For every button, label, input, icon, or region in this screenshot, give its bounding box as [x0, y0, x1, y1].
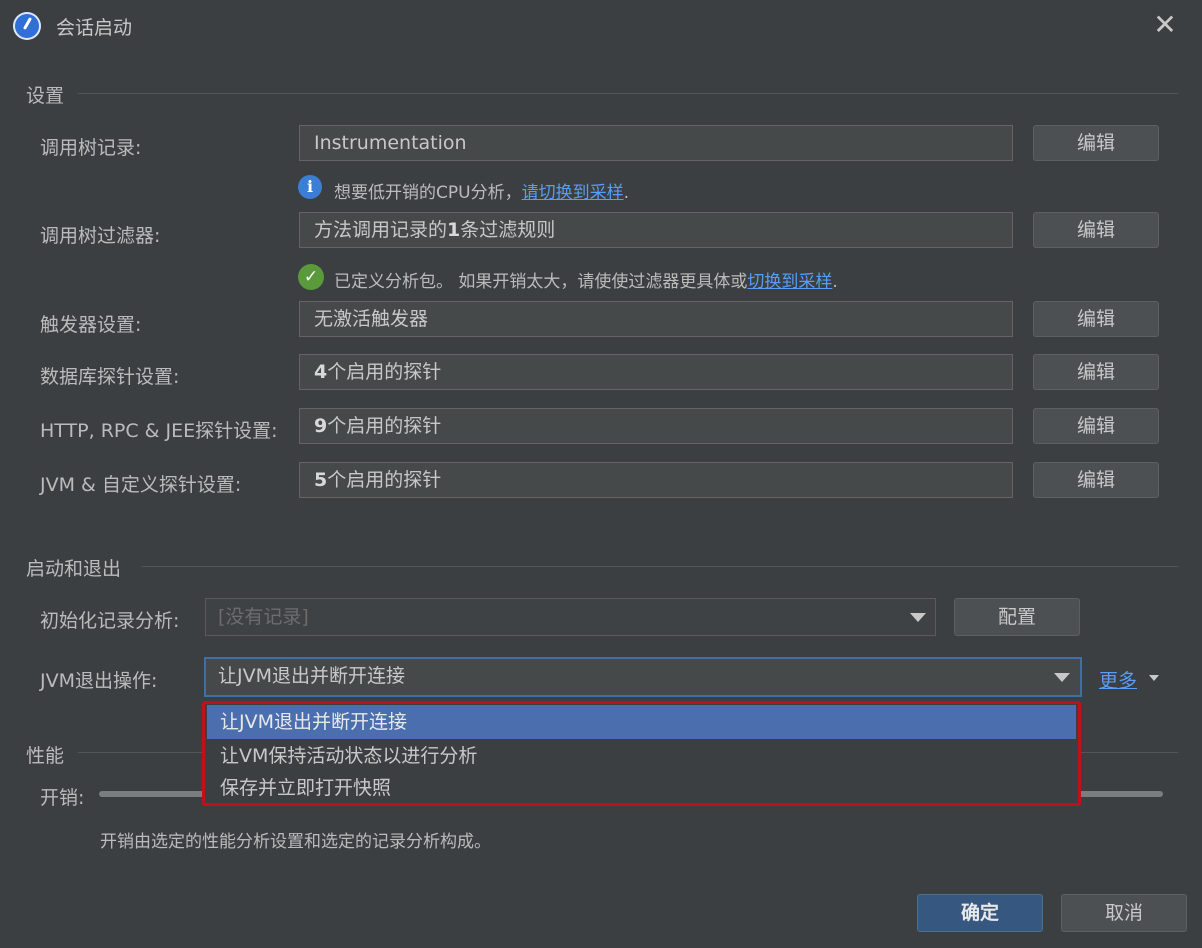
- jvm-probes-label: JVM & 自定义探针设置:: [40, 474, 242, 496]
- filter-hint: 已定义分析包。 如果开销太大，请使使过滤器更具体或切换到采样.: [334, 267, 838, 292]
- more-menu[interactable]: 更多: [1099, 666, 1159, 693]
- database-probes-label: 数据库探针设置:: [40, 366, 180, 388]
- http-probes-field: 9个启用的探针: [299, 408, 1013, 444]
- overhead-label: 开销:: [40, 787, 85, 809]
- filter-hint-end: .: [832, 272, 838, 292]
- initial-recording-value: [没有记录]: [218, 606, 309, 628]
- edit-jvm-probes-button[interactable]: 编辑: [1033, 462, 1159, 498]
- jvm-exit-action-select[interactable]: 让JVM退出并断开连接: [204, 657, 1082, 697]
- call-tree-recording-field: Instrumentation: [299, 125, 1013, 161]
- jvm-exit-options-popup: 让JVM退出并断开连接 让VM保持活动状态以进行分析 保存并立即打开快照: [202, 701, 1081, 806]
- initial-recording-label: 初始化记录分析:: [40, 610, 180, 632]
- http-probes-count: 9: [314, 415, 328, 437]
- overhead-note: 开销由选定的性能分析设置和选定的记录分析构成。: [100, 832, 491, 852]
- option-save-snapshot[interactable]: 保存并立即打开快照: [207, 773, 1076, 803]
- window-title: 会话启动: [56, 17, 133, 39]
- option-keep-vm-alive[interactable]: 让VM保持活动状态以进行分析: [207, 739, 1076, 773]
- section-divider: [78, 93, 1178, 94]
- section-title-settings: 设置: [26, 85, 65, 107]
- filter-value-prefix: 方法调用记录的: [314, 219, 448, 241]
- option-exit-and-disconnect[interactable]: 让JVM退出并断开连接: [207, 705, 1076, 739]
- jvm-exit-action-value: 让JVM退出并断开连接: [218, 665, 405, 687]
- edit-call-tree-filter-button[interactable]: 编辑: [1033, 212, 1159, 248]
- ok-button[interactable]: 确定: [917, 894, 1043, 932]
- configure-button[interactable]: 配置: [954, 598, 1080, 636]
- database-probes-field: 4个启用的探针: [299, 354, 1013, 390]
- call-tree-recording-label: 调用树记录:: [40, 137, 142, 159]
- caret-down-icon: [1149, 675, 1159, 681]
- edit-call-tree-recording-button[interactable]: 编辑: [1033, 125, 1159, 161]
- more-link[interactable]: 更多: [1099, 670, 1137, 692]
- database-probes-suffix: 个启用的探针: [327, 361, 442, 383]
- section-divider: [142, 566, 1178, 567]
- edit-http-probes-button[interactable]: 编辑: [1033, 408, 1159, 444]
- jvm-probes-field: 5个启用的探针: [299, 462, 1013, 498]
- filter-value-suffix: 条过滤规则: [460, 219, 556, 241]
- filter-hint-text: 已定义分析包。 如果开销太大，请使使过滤器更具体或: [334, 272, 748, 292]
- http-probes-suffix: 个启用的探针: [327, 415, 442, 437]
- chevron-down-icon: [1054, 673, 1070, 682]
- initial-recording-select[interactable]: [没有记录]: [205, 598, 936, 636]
- call-tree-filter-field: 方法调用记录的1条过滤规则: [299, 212, 1013, 248]
- filter-count: 1: [447, 219, 461, 241]
- chevron-down-icon: [910, 613, 926, 622]
- jvm-probes-suffix: 个启用的探针: [327, 469, 442, 491]
- http-probes-label: HTTP, RPC & JEE探针设置:: [40, 420, 278, 442]
- switch-to-sampling-link-2[interactable]: 切换到采样: [747, 272, 832, 292]
- edit-database-probes-button[interactable]: 编辑: [1033, 354, 1159, 390]
- check-icon: ✓: [298, 264, 324, 290]
- section-title-performance: 性能: [26, 745, 65, 767]
- jvm-probes-count: 5: [314, 469, 328, 491]
- info-icon: i: [298, 175, 322, 199]
- cancel-button[interactable]: 取消: [1061, 894, 1187, 932]
- section-title-startup: 启动和退出: [26, 558, 122, 580]
- switch-to-sampling-link[interactable]: 请切换到采样: [522, 183, 624, 203]
- close-icon[interactable]: ✕: [1150, 10, 1180, 40]
- call-tree-filter-label: 调用树过滤器:: [40, 225, 161, 247]
- title-bar: 会话启动 ✕: [0, 0, 1202, 52]
- database-probes-count: 4: [314, 361, 328, 383]
- cpu-hint-end: .: [623, 183, 629, 203]
- trigger-settings-value: 无激活触发器: [314, 308, 429, 330]
- cpu-hint-text: 想要低开销的CPU分析，: [334, 183, 522, 203]
- app-logo-icon: [13, 12, 41, 40]
- jvm-exit-label: JVM退出操作:: [40, 670, 158, 692]
- call-tree-recording-value: Instrumentation: [314, 132, 467, 154]
- cpu-hint: 想要低开销的CPU分析，请切换到采样.: [334, 178, 629, 203]
- edit-trigger-settings-button[interactable]: 编辑: [1033, 301, 1159, 337]
- trigger-settings-field: 无激活触发器: [299, 301, 1013, 337]
- trigger-settings-label: 触发器设置:: [40, 314, 142, 336]
